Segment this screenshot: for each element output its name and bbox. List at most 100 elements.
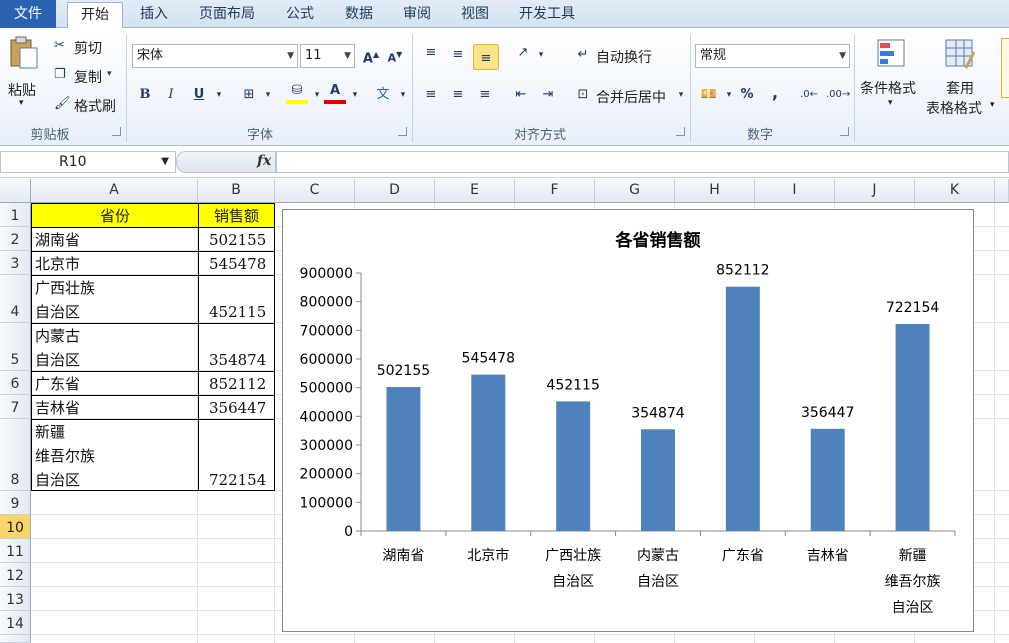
font-name-select[interactable]: 宋体 ▼ [132,44,298,68]
italic-button[interactable]: I [160,84,182,106]
chevron-down-icon[interactable]: ▾ [257,84,279,106]
chart-area[interactable]: 各省销售额 0 100000 200000 300000 400000 500000 6000… [282,209,974,632]
tab-file[interactable]: 文件 [0,0,56,28]
column-header-b[interactable]: B [198,179,275,203]
increase-font-icon[interactable]: A▲ [360,44,382,66]
phonetic-icon[interactable]: 文 [372,84,394,106]
bold-button[interactable]: B [134,84,156,106]
column-header-c[interactable]: C [275,179,355,203]
format-as-table-button[interactable]: 套用 表格格式 ▾ [924,34,1000,122]
tab-home[interactable]: 开始 [67,2,123,28]
increase-indent-icon[interactable]: ⇥ [537,84,559,106]
paste-button[interactable]: 粘贴 ▾ [4,36,44,116]
font-color-icon[interactable]: A [324,80,346,104]
row-header[interactable]: 9 [0,491,31,515]
tab-formulas[interactable]: 公式 [277,2,323,28]
formula-input[interactable] [276,151,1009,173]
align-right-icon[interactable]: ≡ [474,84,496,106]
table-cell-sales[interactable]: 452115 [209,300,266,324]
align-middle-icon[interactable]: ≡ [447,44,469,66]
decrease-decimal-icon[interactable]: .00→ [826,84,850,106]
row-header[interactable]: 12 [0,563,31,587]
tab-developer[interactable]: 开发工具 [510,2,584,28]
tab-page-layout[interactable]: 页面布局 [190,2,264,28]
header-cell-sales[interactable]: 销售额 [198,203,275,228]
table-cell-province[interactable]: 北京市 [35,252,80,276]
table-cell-sales[interactable]: 722154 [209,468,266,492]
wrap-text-button[interactable]: 自动换行 [596,47,652,67]
fill-color-icon[interactable]: ⛁ [286,80,308,104]
tab-data[interactable]: 数据 [336,2,382,28]
tab-review[interactable]: 审阅 [394,2,440,28]
table-cell-province[interactable]: 广西壮族 自治区 [35,276,95,324]
table-cell-province[interactable]: 内蒙古 自治区 [35,324,80,372]
table-cell-province[interactable]: 吉林省 [35,396,80,420]
select-all-corner[interactable] [0,179,31,203]
row-header[interactable]: 3 [0,251,31,275]
chevron-down-icon[interactable]: ▾ [392,84,414,106]
merge-center-button[interactable]: 合并后居中 [596,87,666,107]
number-format-select[interactable]: 常规 ▼ [695,44,850,68]
column-header-e[interactable]: E [435,179,515,203]
chevron-down-icon[interactable]: ▾ [208,84,230,106]
name-box[interactable]: R10 ▼ [0,151,176,173]
row-header[interactable]: 14 [0,611,31,635]
align-left-icon[interactable]: ≡ [420,84,442,106]
column-header-f[interactable]: F [515,179,595,203]
row-header[interactable]: 7 [0,395,31,419]
alignment-dialog-launcher[interactable] [676,127,685,136]
column-header-d[interactable]: D [355,179,435,203]
comma-button[interactable]: , [764,82,786,104]
clipboard-dialog-launcher[interactable] [112,127,121,136]
format-painter-button[interactable]: 格式刷 [74,96,116,116]
font-size-select[interactable]: 11 ▼ [300,44,355,68]
conditional-format-button[interactable]: 条件格式 ▾ [858,34,926,122]
table-cell-sales[interactable]: 852112 [209,372,266,396]
increase-decimal-icon[interactable]: .0← [798,84,820,106]
underline-button[interactable]: U [188,84,210,106]
table-cell-province[interactable]: 广东省 [35,372,80,396]
row-header[interactable]: 6 [0,371,31,395]
table-cell-province[interactable]: 新疆 维吾尔族 自治区 [35,420,95,492]
column-header-l-partial[interactable] [995,179,1009,203]
decrease-font-icon[interactable]: A▼ [384,44,406,66]
table-cell-sales[interactable]: 545478 [209,252,266,276]
align-top-icon[interactable]: ≡ [420,42,442,64]
decrease-indent-icon[interactable]: ⇤ [510,84,532,106]
row-header[interactable]: 1 [0,203,31,227]
cell-styles-button-partial[interactable] [1001,38,1009,98]
table-cell-province[interactable]: 湖南省 [35,228,80,252]
column-header-h[interactable]: H [675,179,755,203]
chevron-down-icon[interactable]: ▾ [670,84,692,106]
tab-view[interactable]: 视图 [452,2,498,28]
copy-button[interactable]: 复制 [74,67,102,87]
row-header[interactable]: 13 [0,587,31,611]
number-dialog-launcher[interactable] [840,127,849,136]
column-header-a[interactable]: A [31,179,198,203]
column-header-k[interactable]: K [915,179,995,203]
row-header-selected[interactable]: 10 [0,515,31,539]
align-bottom-icon[interactable]: ≡ [473,44,499,70]
row-header[interactable]: 8 [0,419,31,491]
column-header-j[interactable]: J [835,179,915,203]
currency-icon[interactable]: 💴 [698,84,720,106]
font-dialog-launcher[interactable] [398,127,407,136]
row-header[interactable]: 5 [0,323,31,371]
chevron-down-icon[interactable]: ▾ [530,44,552,66]
insert-function-icon[interactable]: fx [257,153,271,169]
row-header[interactable]: 2 [0,227,31,251]
align-center-icon[interactable]: ≡ [447,84,469,106]
cut-button[interactable]: 剪切 [74,38,102,58]
row-header[interactable]: 11 [0,539,31,563]
tab-insert[interactable]: 插入 [131,2,177,28]
column-header-g[interactable]: G [595,179,675,203]
table-cell-sales[interactable]: 356447 [209,396,266,420]
chevron-down-icon[interactable]: ▾ [344,84,366,106]
row-header-partial[interactable] [0,635,31,643]
table-cell-sales[interactable]: 502155 [209,228,266,252]
header-cell-province[interactable]: 省份 [31,203,199,228]
column-header-i[interactable]: I [755,179,835,203]
table-cell-sales[interactable]: 354874 [209,348,266,372]
percent-button[interactable]: % [736,84,758,106]
row-header[interactable]: 4 [0,275,31,323]
